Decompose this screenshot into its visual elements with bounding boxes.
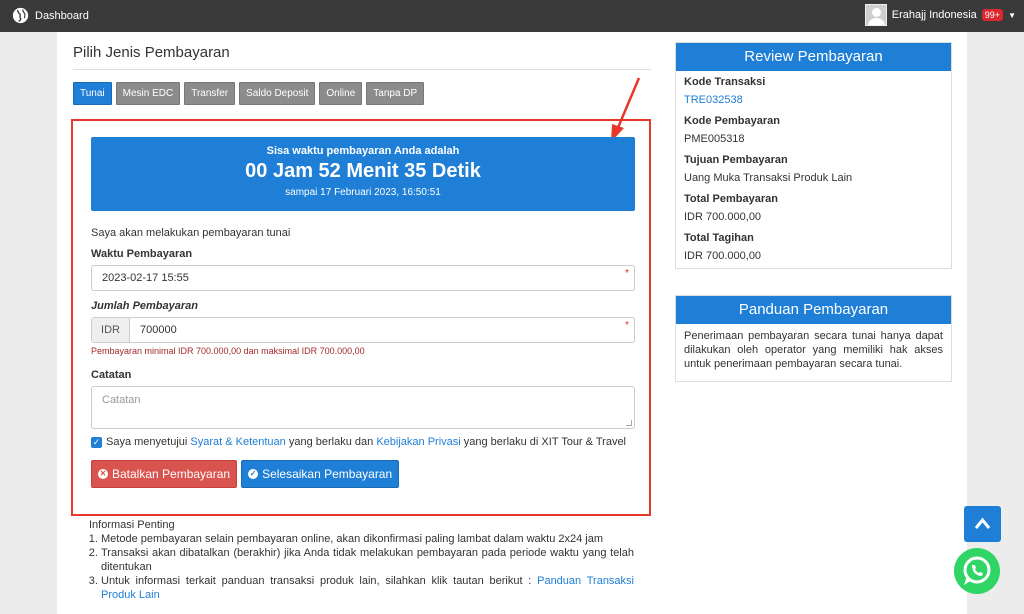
- review-body: Kode Transaksi TRE032538 Kode Pembayaran…: [676, 71, 951, 268]
- agreement-text: Saya menyetujui Syarat & Ketentuan yang …: [106, 435, 626, 450]
- tab-mesin-edc[interactable]: Mesin EDC: [115, 82, 181, 105]
- dashboard-link[interactable]: Dashboard: [12, 7, 89, 24]
- tab-transfer[interactable]: Transfer: [184, 82, 236, 105]
- kode-transaksi-link[interactable]: TRE032538: [684, 94, 943, 106]
- globe-icon: [12, 7, 29, 24]
- guide-body: Penerimaan pembayaran secara tunai hanya…: [676, 324, 951, 381]
- close-circle-icon: ✕: [98, 469, 108, 479]
- form-intro: Saya akan melakukan pembayaran tunai: [91, 227, 291, 239]
- info-list: Metode pembayaran selain pembayaran onli…: [101, 532, 634, 602]
- catatan-placeholder: Catatan: [102, 394, 141, 406]
- form-fields: Saya akan melakukan pembayaran tunai Wak…: [91, 227, 635, 488]
- list-item: Untuk informasi terkait panduan transaks…: [101, 574, 634, 602]
- check-circle-icon: ✓: [248, 469, 259, 479]
- waktu-value: 2023-02-17 15:55: [102, 272, 189, 284]
- agree-checkbox[interactable]: ✓: [91, 437, 102, 448]
- whatsapp-button[interactable]: [954, 548, 1000, 594]
- tab-saldo-deposit[interactable]: Saldo Deposit: [239, 82, 316, 105]
- guide-title: Panduan Pembayaran: [676, 296, 951, 324]
- top-navbar: Dashboard Erahajj Indonesia 99+ ▼: [0, 0, 1024, 32]
- catatan-textarea[interactable]: Catatan: [91, 386, 635, 429]
- countdown-value: 00 Jam 52 Menit 35 Detik: [245, 160, 481, 182]
- resize-handle-icon[interactable]: [626, 420, 632, 426]
- kebijakan-privasi-link[interactable]: Kebijakan Privasi: [376, 436, 460, 448]
- payment-tabs: Tunai Mesin EDC Transfer Saldo Deposit O…: [73, 82, 651, 105]
- total-tagihan-value: IDR 700.000,00: [684, 250, 762, 262]
- finish-label: Selesaikan Pembayaran: [262, 467, 393, 481]
- chevron-down-icon: ▼: [1008, 10, 1016, 20]
- cash-payment-form: Sisa waktu pembayaran Anda adalah 00 Jam…: [71, 119, 651, 516]
- waktu-pembayaran-input[interactable]: 2023-02-17 15:55 *: [91, 265, 635, 291]
- syarat-ketentuan-link[interactable]: Syarat & Ketentuan: [190, 436, 285, 448]
- jumlah-value: 700000: [140, 324, 177, 336]
- whatsapp-icon: [963, 556, 991, 585]
- tujuan-value: Uang Muka Transaksi Produk Lain: [684, 172, 853, 184]
- tab-tanpa-dp[interactable]: Tanpa DP: [366, 82, 425, 105]
- countdown-deadline: sampai 17 Februari 2023, 16:50:51: [285, 187, 441, 198]
- scroll-to-top-button[interactable]: [964, 506, 1001, 542]
- guide-text: Penerimaan pembayaran secara tunai hanya…: [684, 330, 943, 370]
- list-item: Metode pembayaran selain pembayaran onli…: [101, 532, 634, 546]
- main-content: Pilih Jenis Pembayaran Tunai Mesin EDC T…: [57, 32, 967, 614]
- user-name: Erahajj Indonesia: [891, 9, 977, 21]
- jumlah-label: Jumlah Pembayaran: [91, 300, 198, 312]
- finish-payment-button[interactable]: ✓ Selesaikan Pembayaran: [241, 460, 400, 488]
- currency-addon: IDR: [92, 318, 130, 342]
- page-title: Pilih Jenis Pembayaran: [73, 44, 651, 70]
- total-tagihan-label: Total Tagihan: [684, 232, 754, 244]
- jumlah-pembayaran-input[interactable]: IDR 700000 *: [91, 317, 635, 343]
- tab-online[interactable]: Online: [319, 82, 363, 105]
- kode-pembayaran-label: Kode Pembayaran: [684, 115, 780, 127]
- payment-guide-panel: Panduan Pembayaran Penerimaan pembayaran…: [675, 295, 952, 382]
- avatar: [864, 4, 887, 26]
- notification-badge: 99+: [981, 9, 1004, 21]
- tab-tunai[interactable]: Tunai: [73, 82, 112, 105]
- tujuan-label: Tujuan Pembayaran: [684, 154, 788, 166]
- review-payment-panel: Review Pembayaran Kode Transaksi TRE0325…: [675, 42, 952, 269]
- required-mark: *: [625, 320, 629, 331]
- cancel-payment-button[interactable]: ✕ Batalkan Pembayaran: [91, 460, 238, 488]
- brand-label: Dashboard: [35, 9, 89, 22]
- kode-pembayaran-value: PME005318: [684, 133, 745, 145]
- total-pembayaran-value: IDR 700.000,00: [684, 211, 762, 223]
- agree-pre: Saya menyetujui: [106, 436, 188, 448]
- payment-countdown: Sisa waktu pembayaran Anda adalah 00 Jam…: [91, 137, 635, 211]
- required-mark: *: [625, 268, 629, 279]
- waktu-label: Waktu Pembayaran: [91, 248, 193, 260]
- agree-post: yang berlaku di XIT Tour & Travel: [463, 436, 626, 448]
- agreement-row: ✓ Saya menyetujui Syarat & Ketentuan yan…: [91, 435, 635, 450]
- kode-transaksi-label: Kode Transaksi: [684, 76, 766, 88]
- total-pembayaran-label: Total Pembayaran: [684, 193, 778, 205]
- countdown-caption: Sisa waktu pembayaran Anda adalah: [266, 145, 460, 157]
- list-item: Transaksi akan dibatalkan (berakhir) jik…: [101, 546, 634, 574]
- important-info: Informasi Penting Metode pembayaran sela…: [89, 518, 634, 602]
- agree-mid: yang berlaku dan: [288, 436, 374, 448]
- info-title: Informasi Penting: [89, 519, 175, 531]
- form-actions: ✕ Batalkan Pembayaran ✓ Selesaikan Pemba…: [91, 460, 635, 488]
- info-item3-text: Untuk informasi terkait panduan transaks…: [101, 575, 532, 587]
- chevron-up-icon: [974, 517, 991, 529]
- catatan-label: Catatan: [91, 369, 132, 381]
- cancel-label: Batalkan Pembayaran: [112, 467, 231, 481]
- jumlah-help-text: Pembayaran minimal IDR 700.000,00 dan ma…: [91, 346, 365, 356]
- user-menu[interactable]: Erahajj Indonesia 99+ ▼: [864, 4, 1016, 26]
- review-title: Review Pembayaran: [676, 43, 951, 71]
- payment-type-section: Pilih Jenis Pembayaran Tunai Mesin EDC T…: [73, 44, 651, 105]
